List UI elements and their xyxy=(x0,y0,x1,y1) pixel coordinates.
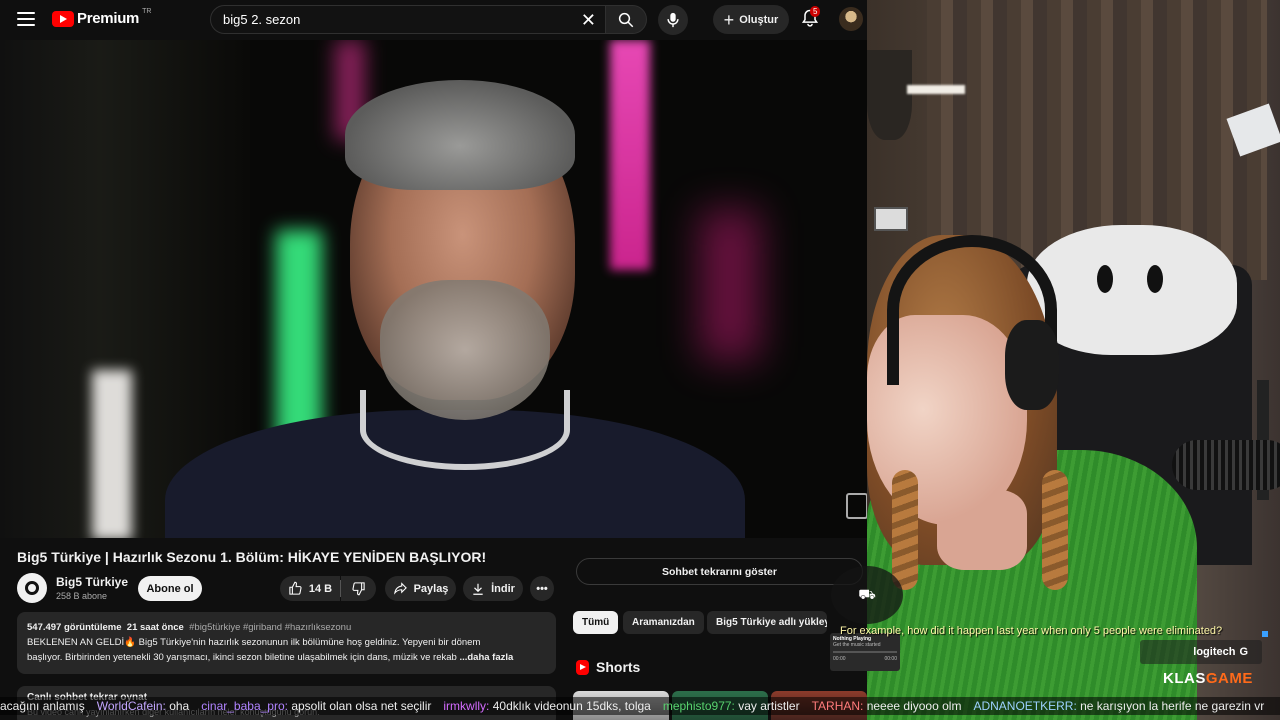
plus-icon: + xyxy=(723,9,735,30)
search-icon xyxy=(618,12,634,27)
ticker-message: apsolit olan olsa net seçilir xyxy=(291,699,432,713)
ticker-message: ne karışıyon la herife ne garezin vr xyxy=(1080,699,1265,713)
screen: Premium TR big5 2. sezon ✕ + Oluştur 5 B… xyxy=(0,0,1280,720)
ticker-username: cinar_baba_pro: xyxy=(201,699,292,713)
shelf-light xyxy=(907,85,965,94)
music-time-start: 00:00 xyxy=(833,656,846,662)
shorts-icon xyxy=(576,660,589,675)
like-button[interactable]: 14 B xyxy=(280,576,340,601)
headset-earcup xyxy=(1005,320,1059,410)
create-button[interactable]: + Oluştur xyxy=(713,5,789,34)
streamer-braid xyxy=(1042,470,1068,590)
hamburger-menu-icon[interactable] xyxy=(14,8,38,32)
subscribe-button[interactable]: Abone ol xyxy=(138,576,202,601)
ticker-username: irmkwlly: xyxy=(443,699,493,713)
notifications-button[interactable]: 5 xyxy=(800,6,822,30)
description-line-2: başlıyor. Birbirinden yetenekli 30 yarış… xyxy=(27,652,457,663)
voice-search-button[interactable] xyxy=(658,5,688,35)
pillow-eye xyxy=(1147,265,1163,293)
chat-ticker: acağını anlamış WorldCafein: oha cinar_bab… xyxy=(0,697,1280,715)
neon-light xyxy=(700,210,760,360)
klasgame-logo: KLASGAME xyxy=(1163,670,1253,687)
picture-frame xyxy=(874,207,908,231)
logo-text: Premium xyxy=(77,10,140,27)
logitech-g-icon: G xyxy=(1239,646,1248,658)
logitech-label: logitech xyxy=(1193,646,1236,658)
miniplayer-icon[interactable] xyxy=(846,493,867,519)
search-box[interactable]: big5 2. sezon ✕ xyxy=(210,5,607,34)
ticker-message: vay artistler xyxy=(738,699,800,713)
music-widget: Nothing Playing Get the music started 00… xyxy=(830,633,900,671)
host-hair xyxy=(345,80,575,190)
webcam-feed xyxy=(867,0,1280,720)
video-description[interactable]: 547.497 görüntüleme 21 saat önce #big5tü… xyxy=(17,612,556,674)
create-label: Oluştur xyxy=(739,13,779,26)
upload-age: 21 saat önce xyxy=(126,622,184,633)
like-count: 14 B xyxy=(308,582,333,595)
video-player[interactable] xyxy=(0,40,867,538)
ticker-username: mephisto977: xyxy=(662,699,739,713)
neon-light xyxy=(610,40,650,270)
music-time-end: 00:00 xyxy=(884,656,897,662)
share-button[interactable]: Paylaş xyxy=(385,576,456,601)
search-button[interactable] xyxy=(605,5,647,34)
search-input[interactable]: big5 2. sezon xyxy=(223,12,606,27)
microphone-icon xyxy=(667,12,679,28)
game-text: GAME xyxy=(1205,670,1253,687)
streamer-braid xyxy=(892,470,918,590)
download-button[interactable]: İndir xyxy=(463,576,523,601)
description-line-1: BEKLENEN AN GELDİ🔥 Big5 Türkiye'nin hazı… xyxy=(27,637,481,648)
music-progress xyxy=(833,651,897,653)
share-label: Paylaş xyxy=(413,582,449,595)
microphone xyxy=(1172,440,1280,490)
thumbs-up-icon xyxy=(289,581,302,595)
view-count: 547.497 görüntüleme xyxy=(27,622,122,633)
account-avatar[interactable] xyxy=(839,7,863,31)
show-more-link[interactable]: ...daha fazla xyxy=(459,652,513,663)
ticker-message: acağını anlamış xyxy=(0,699,85,713)
shorts-heading: Shorts xyxy=(596,659,641,675)
pillow-eye xyxy=(1097,265,1113,293)
channel-avatar[interactable] xyxy=(17,573,47,603)
hashtags[interactable]: #big5türkiye #giriband #hazırlıksezonu xyxy=(189,622,351,633)
channel-name[interactable]: Big5 Türkiye xyxy=(56,575,128,589)
camera-overlay-icon: ⛟ xyxy=(831,566,903,624)
chip-from-uploader[interactable]: Big5 Türkiye adlı yükleyi xyxy=(707,611,827,634)
share-icon xyxy=(393,582,407,595)
chair-pillow xyxy=(1027,225,1237,355)
subscriber-count: 258 B abone xyxy=(56,591,108,601)
download-label: İndir xyxy=(491,582,515,595)
music-subtitle: Get the music started xyxy=(833,642,881,648)
show-chat-replay-button[interactable]: Sohbet tekrarını göster xyxy=(576,558,863,585)
download-icon xyxy=(473,583,483,595)
ticker-message: 40dklık videonun 15dks, tolga xyxy=(492,699,651,713)
dislike-button[interactable] xyxy=(341,576,376,601)
clear-search-icon[interactable]: ✕ xyxy=(581,10,596,31)
more-actions-icon[interactable]: ••• xyxy=(530,576,554,601)
logo-region: TR xyxy=(142,8,152,15)
ticker-username: WorldCafein: xyxy=(96,699,170,713)
ticker-username: TARHAN: xyxy=(811,699,867,713)
youtube-pane: Premium TR big5 2. sezon ✕ + Oluştur 5 B… xyxy=(0,0,867,720)
indicator-dot xyxy=(1262,631,1268,637)
neon-light xyxy=(92,370,132,538)
youtube-premium-logo[interactable]: Premium TR xyxy=(52,8,152,27)
ticker-message: oha xyxy=(169,699,190,713)
ticker-username: ADNANOETKERR: xyxy=(973,699,1081,713)
chip-from-search[interactable]: Aramanızdan xyxy=(623,611,704,634)
host-beard xyxy=(380,280,550,420)
neon-light xyxy=(276,230,322,450)
subtitle-caption: For example, how did it happen last year… xyxy=(840,625,1223,637)
youtube-play-icon xyxy=(52,10,74,27)
thumbs-down-icon xyxy=(352,582,365,596)
ticker-message: neeee diyooo olm xyxy=(866,699,962,713)
chip-all[interactable]: Tümü xyxy=(573,611,619,634)
klas-text: KLAS xyxy=(1163,670,1206,687)
lamp xyxy=(867,50,912,140)
video-title: Big5 Türkiye | Hazırlık Sezonu 1. Bölüm:… xyxy=(17,549,487,565)
logitech-badge: logitech G xyxy=(1140,640,1262,664)
top-bar: Premium TR big5 2. sezon ✕ + Oluştur 5 xyxy=(0,0,867,40)
